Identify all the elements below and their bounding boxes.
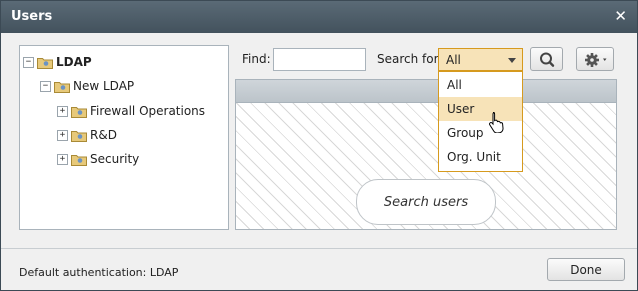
dropdown-option-org-unit[interactable]: Org. Unit (439, 145, 522, 169)
gear-icon (585, 53, 607, 67)
results-header (236, 80, 616, 103)
search-for-label: Search for: (377, 52, 443, 66)
tree-node-ldap[interactable]: − LDAP (23, 52, 92, 72)
titlebar: Users ✕ (1, 1, 637, 33)
footer-divider (1, 248, 637, 249)
group-folder-icon (71, 106, 87, 118)
search-for-value: All (446, 53, 461, 67)
tree-label: LDAP (56, 55, 92, 69)
hand-cursor-icon (489, 112, 504, 133)
group-folder-icon (71, 130, 87, 142)
ldap-folder-icon (54, 81, 70, 93)
collapse-icon[interactable]: − (40, 80, 51, 92)
done-button[interactable]: Done (547, 258, 625, 281)
ldap-folder-icon (37, 57, 53, 69)
find-input[interactable] (273, 48, 366, 71)
search-for-select[interactable]: All (438, 48, 523, 71)
dialog-title: Users (11, 9, 53, 24)
tree-label: Security (90, 152, 140, 166)
group-folder-icon (71, 154, 87, 166)
tree-label: R&D (90, 128, 117, 142)
tree-node-security[interactable]: + Security (57, 149, 139, 169)
settings-menu-button[interactable] (576, 47, 614, 71)
search-users-placeholder: Search users (356, 179, 496, 225)
expand-icon[interactable]: + (57, 129, 68, 141)
tree-node-firewall-operations[interactable]: + Firewall Operations (57, 101, 205, 121)
ldap-tree: − LDAP − New LDAP + Firewall Operations … (19, 45, 229, 230)
collapse-icon[interactable]: − (23, 56, 34, 68)
tree-label: New LDAP (73, 79, 135, 93)
chevron-down-icon (508, 58, 516, 63)
search-button[interactable] (530, 47, 563, 71)
tree-node-new-ldap[interactable]: − New LDAP (40, 76, 134, 96)
tree-node-rnd[interactable]: + R&D (57, 125, 117, 145)
default-auth-status: Default authentication: LDAP (19, 266, 179, 279)
find-label: Find: (242, 52, 271, 66)
dropdown-option-group[interactable]: Group (439, 121, 522, 145)
search-icon (540, 52, 555, 67)
close-icon[interactable]: ✕ (614, 7, 627, 25)
expand-icon[interactable]: + (57, 105, 68, 117)
expand-icon[interactable]: + (57, 153, 68, 165)
search-for-dropdown: All User Group Org. Unit (438, 71, 523, 172)
dropdown-option-user[interactable]: User (439, 97, 522, 121)
dropdown-option-all[interactable]: All (439, 73, 522, 97)
tree-label: Firewall Operations (90, 104, 206, 118)
results-table: Search users (235, 79, 617, 230)
users-dialog: Users ✕ − LDAP − New LDAP + Firewall Ope… (0, 0, 638, 291)
